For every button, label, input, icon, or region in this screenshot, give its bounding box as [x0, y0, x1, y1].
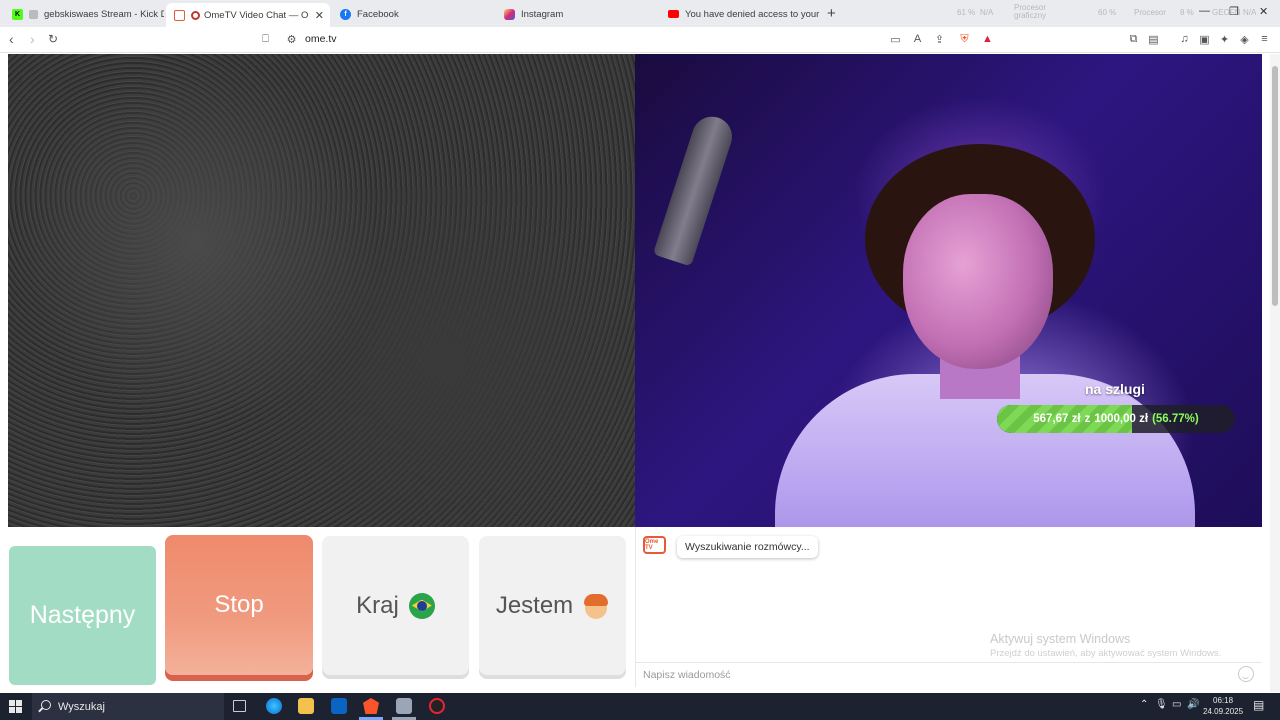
tab-kick[interactable]: K gebskiswaes Stream - Kick Dashb — [4, 3, 164, 25]
ometv-icon — [174, 9, 185, 21]
taskbar-clock[interactable]: 06:18 24.09.2025 — [1203, 695, 1243, 717]
bookmark-icon[interactable]: ⎕ — [259, 33, 272, 45]
taskbar-search[interactable]: Wyszukaj — [32, 693, 224, 720]
file-explorer-icon[interactable] — [298, 698, 314, 714]
gender-label: Jestem — [495, 591, 574, 619]
brazil-flag-icon — [408, 592, 435, 619]
message-bar — [635, 662, 1262, 686]
windows-activation-subtitle: Przejdź do ustawień, aby aktywować syste… — [990, 648, 1222, 659]
sysmon-value: 8 % — [1180, 8, 1194, 17]
tab-youtube[interactable]: You have denied access to your devi — [660, 3, 820, 25]
message-input[interactable] — [643, 667, 1223, 683]
windows-start-icon[interactable] — [9, 700, 22, 713]
stop-button[interactable]: Stop — [165, 535, 313, 675]
site-settings-icon[interactable]: ⚙ — [285, 33, 298, 46]
chat-status-message: Wyszukiwanie rozmówcy... — [677, 536, 818, 558]
local-video-noise — [8, 54, 635, 527]
microphone-icon[interactable]: 🎙 — [1155, 699, 1168, 710]
tab-instagram[interactable]: Instagram — [496, 3, 656, 25]
back-icon[interactable]: ‹ — [9, 31, 14, 47]
reload-icon[interactable]: ↻ — [48, 32, 58, 46]
forward-icon[interactable]: › — [30, 31, 35, 47]
page-scrollbar[interactable] — [1270, 54, 1280, 692]
country-button[interactable]: Kraj — [322, 536, 469, 675]
share-icon[interactable]: ⇪ — [933, 33, 946, 46]
youtube-icon — [668, 10, 679, 18]
notifications-icon[interactable]: ▤ — [1253, 698, 1264, 712]
person-face — [903, 194, 1053, 369]
brave-shield-icon[interactable]: ⛨ — [958, 33, 971, 45]
goal-target: 1000,00 zł — [1094, 413, 1149, 425]
goal-percent: (56.77%) — [1152, 413, 1199, 425]
windows-taskbar: Wyszukaj ⌃ 🎙 ▭ 🔊 06:18 24.09.2025 ▤ — [0, 693, 1280, 720]
sysmon-label: Procesor — [1134, 8, 1167, 17]
facebook-icon: f — [340, 8, 351, 20]
next-button[interactable]: Następny — [9, 546, 156, 685]
obs-icon[interactable] — [429, 698, 445, 714]
minimize-icon[interactable]: — — [1199, 5, 1210, 17]
tab-facebook[interactable]: f Facebook — [332, 3, 492, 25]
outlook-icon[interactable] — [331, 698, 347, 714]
donation-goal-bar: 567,67 zł z 1000,00 zł (56.77%) — [997, 405, 1235, 433]
sysmon-label: Procesor graficzny — [1014, 3, 1047, 20]
emoji-icon[interactable] — [1238, 666, 1254, 682]
address-bar: ‹ › ↻ ⎕ ⚙ ome.tv ▭ A ⇪ ⛨ ▲ ⧉ ▤ ♫ ▣ ✦ ◈ ≡ — [0, 27, 1280, 53]
network-icon[interactable]: ▭ — [1172, 699, 1181, 710]
microphone-image — [652, 111, 738, 267]
new-tab-button[interactable]: + — [827, 5, 836, 22]
goal-text: 567,67 zł z 1000,00 zł (56.77%) — [997, 405, 1235, 433]
stop-label: Stop — [214, 591, 264, 618]
sysmon-value: N/A — [1243, 8, 1257, 17]
brave-icon[interactable] — [363, 698, 379, 714]
stream-icon — [29, 9, 38, 19]
country-label: Kraj — [356, 591, 399, 619]
sysmon-value: 60 % — [1098, 8, 1117, 17]
goal-separator: z — [1084, 413, 1091, 425]
gender-button[interactable]: Jestem — [479, 536, 626, 675]
translate-icon[interactable]: A — [911, 33, 924, 45]
task-view-icon[interactable] — [233, 700, 246, 712]
volume-icon[interactable]: 🔊 — [1187, 699, 1199, 710]
window-close-icon[interactable]: ✕ — [1259, 5, 1268, 18]
extensions-icon[interactable]: ⧉ — [1127, 33, 1140, 45]
leo-ai-icon[interactable]: ✦ — [1218, 33, 1231, 46]
wallet-icon[interactable]: ▣ — [1198, 33, 1211, 46]
restore-icon[interactable]: ❐ — [1229, 5, 1239, 18]
brave-rewards-icon[interactable]: ▲ — [981, 33, 994, 45]
kick-icon: K — [12, 8, 23, 20]
clock-date: 24.09.2025 — [1203, 707, 1244, 716]
boy-emoji-icon — [583, 593, 609, 619]
clock-time: 06:18 — [1213, 696, 1234, 705]
app-window-icon[interactable] — [396, 698, 412, 714]
stranger-video — [635, 54, 1262, 527]
close-tab-icon[interactable]: ✕ — [315, 9, 324, 22]
vpn-icon[interactable]: ◈ — [1238, 33, 1251, 46]
edge-icon[interactable] — [266, 698, 282, 714]
menu-icon[interactable]: ≡ — [1258, 33, 1271, 45]
search-icon — [41, 700, 51, 710]
windows-activation-title: Aktywuj system Windows — [990, 632, 1131, 646]
recording-icon — [191, 10, 200, 20]
tab-ometv[interactable]: OmeTV Video Chat — Omeg ✕ — [166, 3, 330, 27]
sidebar-icon[interactable]: ▤ — [1147, 33, 1160, 46]
sysmon-value: N/A — [980, 8, 994, 17]
tab-strip: K gebskiswaes Stream - Kick Dashb OmeTV … — [0, 0, 1280, 27]
cast-icon[interactable]: ▭ — [889, 33, 902, 46]
ometv-logo-icon: Ome TV — [643, 536, 666, 554]
scrollbar-thumb[interactable] — [1272, 66, 1278, 306]
url-field[interactable]: ome.tv — [305, 33, 337, 45]
tray-chevron-icon[interactable]: ⌃ — [1140, 699, 1148, 710]
next-label: Następny — [29, 601, 136, 629]
goal-current: 567,67 zł — [1033, 413, 1081, 425]
instagram-icon — [504, 8, 515, 20]
sysmon-value: 61 % — [957, 8, 976, 17]
music-icon[interactable]: ♫ — [1178, 33, 1191, 45]
taskbar-search-label: Wyszukaj — [58, 700, 105, 713]
goal-title: na szlugi — [1085, 381, 1145, 397]
